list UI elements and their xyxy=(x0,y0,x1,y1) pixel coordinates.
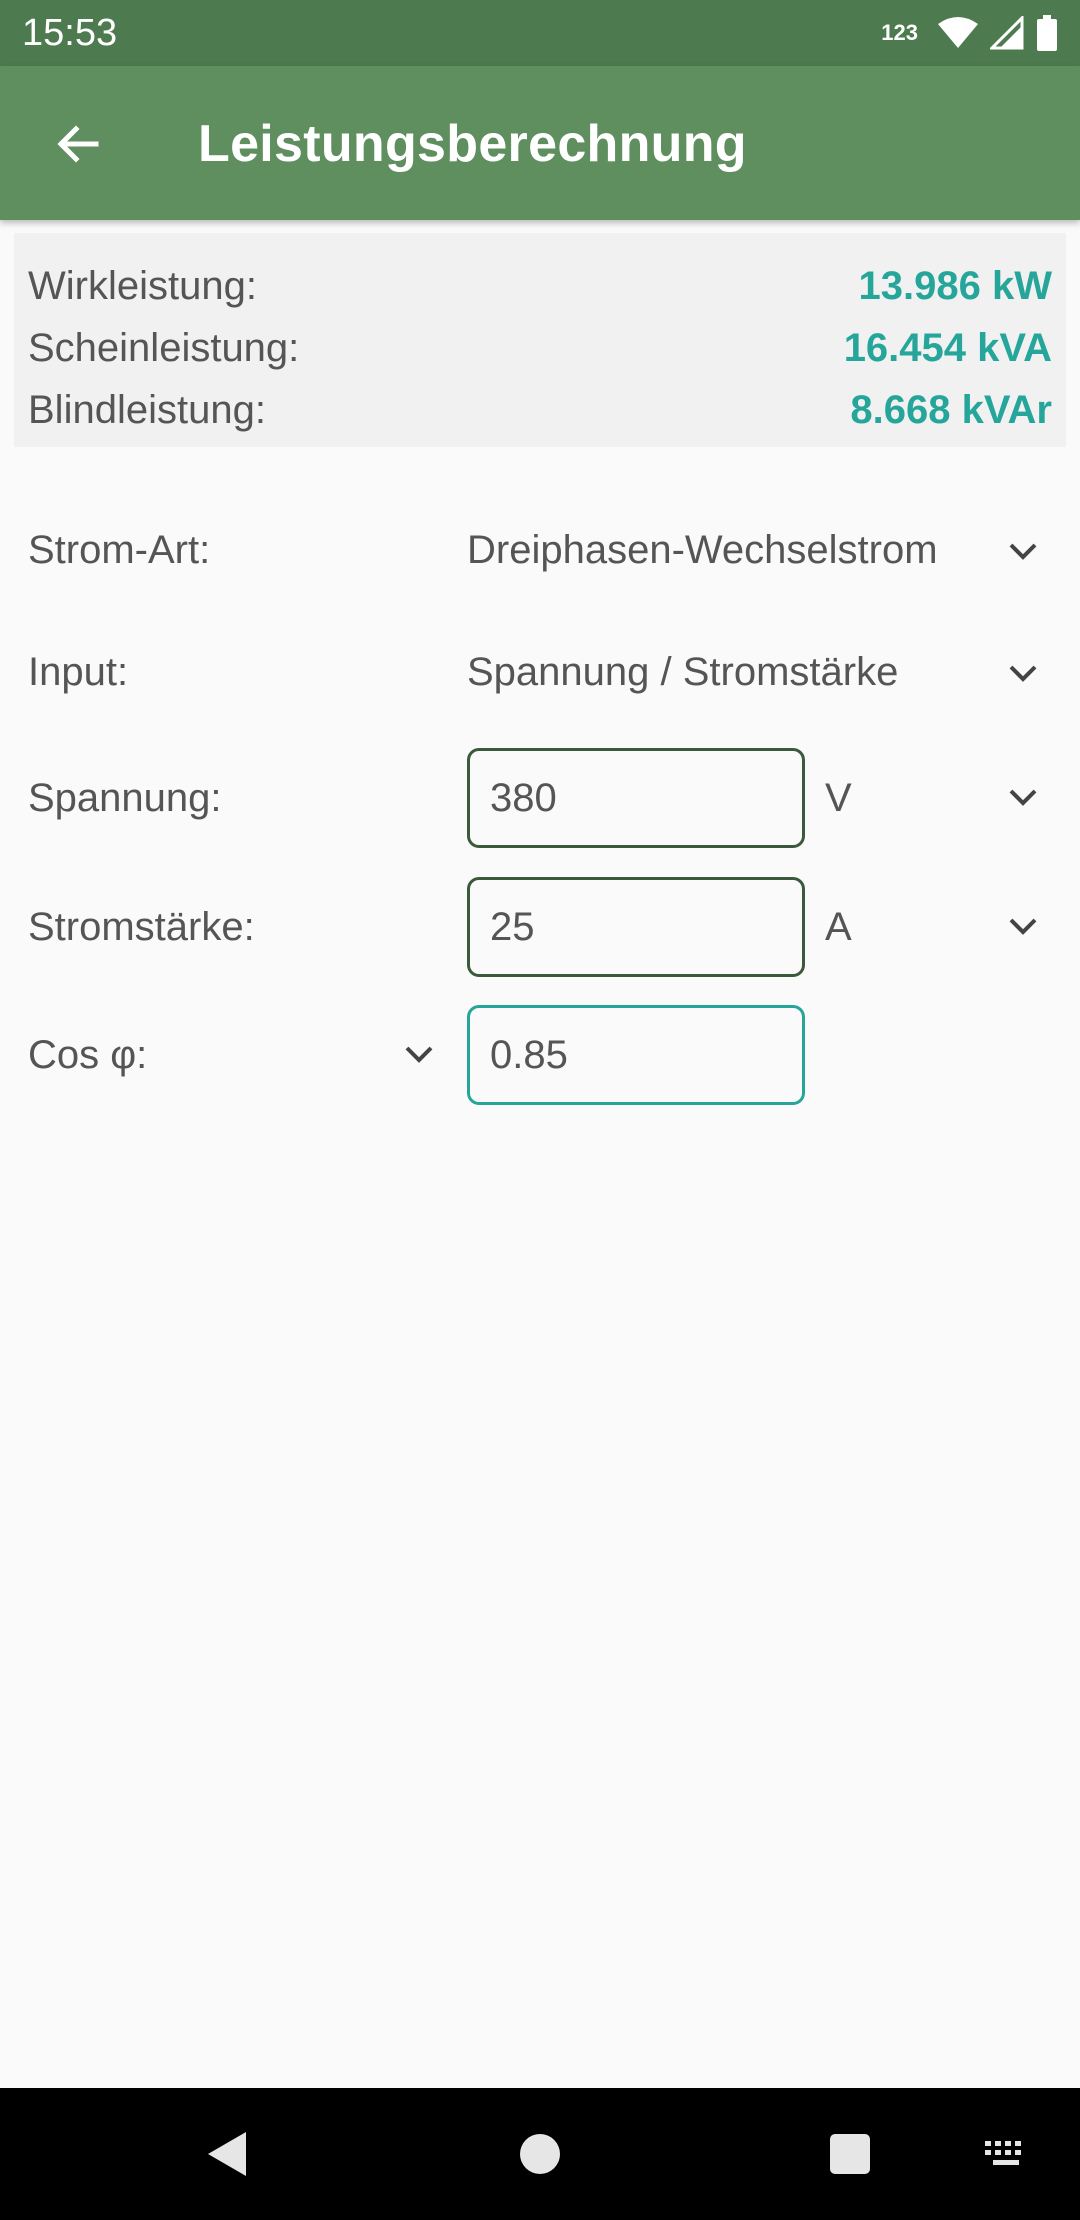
status-icons: 123 xyxy=(881,15,1058,51)
voltage-label: Spannung: xyxy=(28,776,222,820)
screen: 15:53 123 Leistungsberechnung Wirkleistu… xyxy=(0,0,1080,2220)
result-value: 8.668 kVAr xyxy=(850,387,1052,432)
app-bar: Leistungsberechnung xyxy=(0,66,1080,220)
cos-phi-field[interactable] xyxy=(467,1005,805,1105)
home-circle-icon[interactable] xyxy=(504,2118,576,2190)
result-value: 16.454 kVA xyxy=(843,325,1052,370)
keyboard-icon[interactable] xyxy=(970,2118,1042,2190)
wifi-icon xyxy=(938,17,978,48)
result-value: 13.986 kW xyxy=(858,263,1052,308)
status-time: 15:53 xyxy=(22,11,118,54)
signal-icon xyxy=(990,16,1024,50)
navigation-bar xyxy=(0,2088,1080,2220)
input-select[interactable]: Spannung / Stromstärke xyxy=(467,650,898,695)
result-row-reactive-power: Blindleistung: 8.668 kVAr xyxy=(28,379,1052,441)
current-unit-select[interactable]: A xyxy=(825,905,852,950)
arrow-back-icon xyxy=(57,125,99,163)
current-label: Stromstärke: xyxy=(28,905,255,949)
result-label: Blindleistung: xyxy=(28,387,266,432)
voltage-field[interactable] xyxy=(467,748,805,848)
back-button[interactable] xyxy=(36,102,120,186)
chevron-down-icon[interactable] xyxy=(395,1030,443,1078)
voltage-unit-select[interactable]: V xyxy=(825,776,852,821)
back-triangle-icon[interactable] xyxy=(190,2118,262,2190)
results-card: Wirkleistung: 13.986 kW Scheinleistung: … xyxy=(14,233,1066,447)
battery-icon xyxy=(1037,15,1057,51)
current-type-select[interactable]: Dreiphasen-Wechselstrom xyxy=(467,528,938,573)
chevron-down-icon[interactable] xyxy=(999,902,1047,950)
result-row-active-power: Wirkleistung: 13.986 kW xyxy=(28,255,1052,317)
result-label: Wirkleistung: xyxy=(28,263,257,308)
input-label: Input: xyxy=(28,650,129,694)
chevron-down-icon[interactable] xyxy=(999,527,1047,575)
page-title: Leistungsberechnung xyxy=(198,115,747,173)
recents-square-icon[interactable] xyxy=(814,2118,886,2190)
current-type-label: Strom-Art: xyxy=(28,528,211,572)
current-field[interactable] xyxy=(467,877,805,977)
chevron-down-icon[interactable] xyxy=(999,773,1047,821)
result-row-apparent-power: Scheinleistung: 16.454 kVA xyxy=(28,317,1052,379)
chevron-down-icon[interactable] xyxy=(999,649,1047,697)
result-label: Scheinleistung: xyxy=(28,325,300,370)
cos-phi-label[interactable]: Cos φ: xyxy=(28,1033,147,1078)
status-indicator: 123 xyxy=(881,20,918,45)
status-bar: 15:53 123 xyxy=(0,0,1080,66)
